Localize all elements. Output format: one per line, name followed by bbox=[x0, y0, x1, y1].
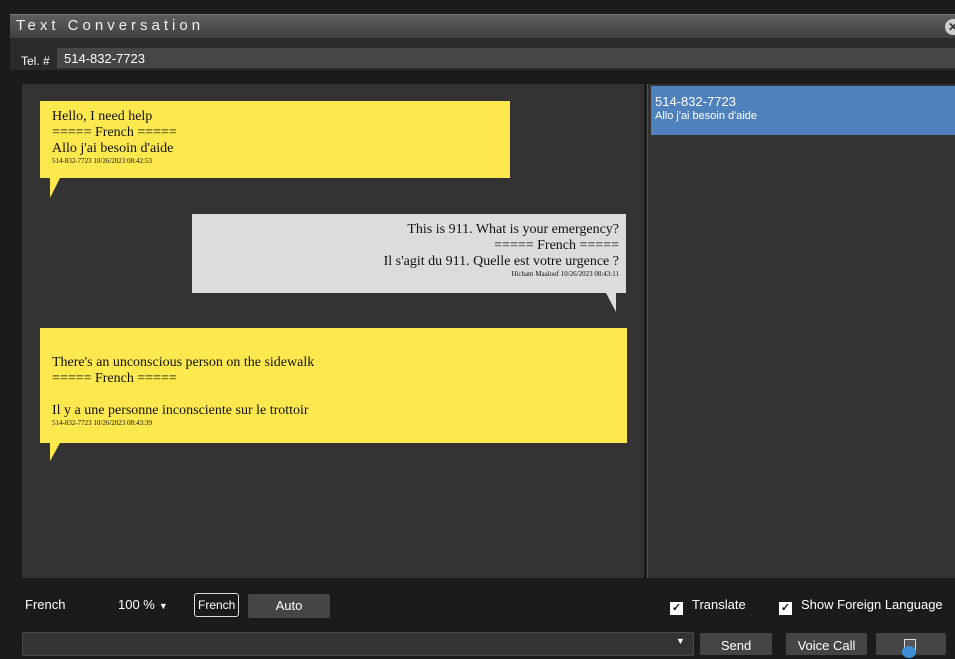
send-button[interactable]: Send bbox=[700, 633, 772, 655]
close-icon[interactable]: ✕ bbox=[945, 19, 955, 35]
attach-badge-icon bbox=[902, 646, 916, 658]
message-meta: 514-832-7723 10/26/2023 08:42:53 bbox=[52, 157, 152, 165]
window-title: Text Conversation bbox=[16, 17, 205, 34]
conversation-phone: 514-832-7723 bbox=[655, 94, 736, 109]
attach-button[interactable] bbox=[876, 633, 946, 658]
french-button[interactable]: French bbox=[194, 593, 240, 617]
voice-call-button[interactable]: Voice Call bbox=[786, 633, 867, 655]
conversation-item[interactable]: 514-832-7723 Allo j'ai besoin d'aide bbox=[651, 86, 955, 135]
incoming-message: There's an unconscious person on the sid… bbox=[40, 328, 627, 443]
message-line: Allo j'ai besoin d'aide bbox=[52, 141, 174, 156]
message-line: This is 911. What is your emergency? bbox=[407, 222, 619, 237]
show-foreign-language-label: Show Foreign Language bbox=[801, 597, 943, 612]
message-input[interactable] bbox=[22, 632, 694, 656]
checkmark-icon: ✓ bbox=[779, 602, 792, 615]
tel-input[interactable] bbox=[57, 48, 955, 68]
auto-button[interactable]: Auto bbox=[248, 594, 330, 618]
message-line: Hello, I need help bbox=[52, 109, 153, 124]
message-line: Il s'agit du 911. Quelle est votre urgen… bbox=[383, 254, 619, 269]
language-select[interactable]: French bbox=[25, 597, 65, 612]
bubble-tail bbox=[50, 178, 60, 198]
conversation-preview: Allo j'ai besoin d'aide bbox=[655, 110, 758, 122]
outgoing-message: This is 911. What is your emergency? ===… bbox=[192, 214, 626, 293]
bubble-tail bbox=[606, 293, 616, 312]
bottom-toolbar: French 100 % ▼ French Auto ✓ Translate ✓ Sh… bbox=[10, 578, 955, 658]
message-meta: 514-832-7723 10/26/2023 08:43:39 bbox=[52, 419, 152, 427]
chat-pane[interactable]: Hello, I need help ===== French ===== Al… bbox=[22, 84, 644, 578]
tel-label: Tel. # bbox=[21, 54, 50, 68]
zoom-value: 100 % bbox=[118, 597, 155, 612]
translate-checkbox[interactable]: ✓ Translate bbox=[670, 597, 746, 615]
conversation-list: 514-832-7723 Allo j'ai besoin d'aide bbox=[647, 84, 955, 578]
message-meta: Hicham Maalouf 10/26/2023 08:43:11 bbox=[511, 270, 619, 278]
message-line: Il y a une personne inconsciente sur le … bbox=[52, 403, 309, 418]
zoom-select[interactable]: 100 % ▼ bbox=[118, 597, 168, 612]
chevron-down-icon: ▼ bbox=[158, 601, 168, 611]
translate-label: Translate bbox=[692, 597, 746, 612]
chevron-down-icon[interactable]: ▼ bbox=[676, 636, 685, 646]
bubble-tail bbox=[50, 443, 60, 461]
show-foreign-language-checkbox[interactable]: ✓ Show Foreign Language bbox=[779, 597, 943, 615]
message-line: ===== French ===== bbox=[52, 125, 177, 140]
message-line: ===== French ===== bbox=[52, 371, 177, 386]
checkmark-icon: ✓ bbox=[670, 602, 683, 615]
incoming-message: Hello, I need help ===== French ===== Al… bbox=[40, 101, 510, 178]
tel-bar: Tel. # bbox=[10, 38, 955, 70]
message-line: ===== French ===== bbox=[494, 238, 619, 253]
message-line: There's an unconscious person on the sid… bbox=[52, 355, 315, 370]
window-titlebar: Text Conversation ✕ bbox=[10, 14, 955, 39]
